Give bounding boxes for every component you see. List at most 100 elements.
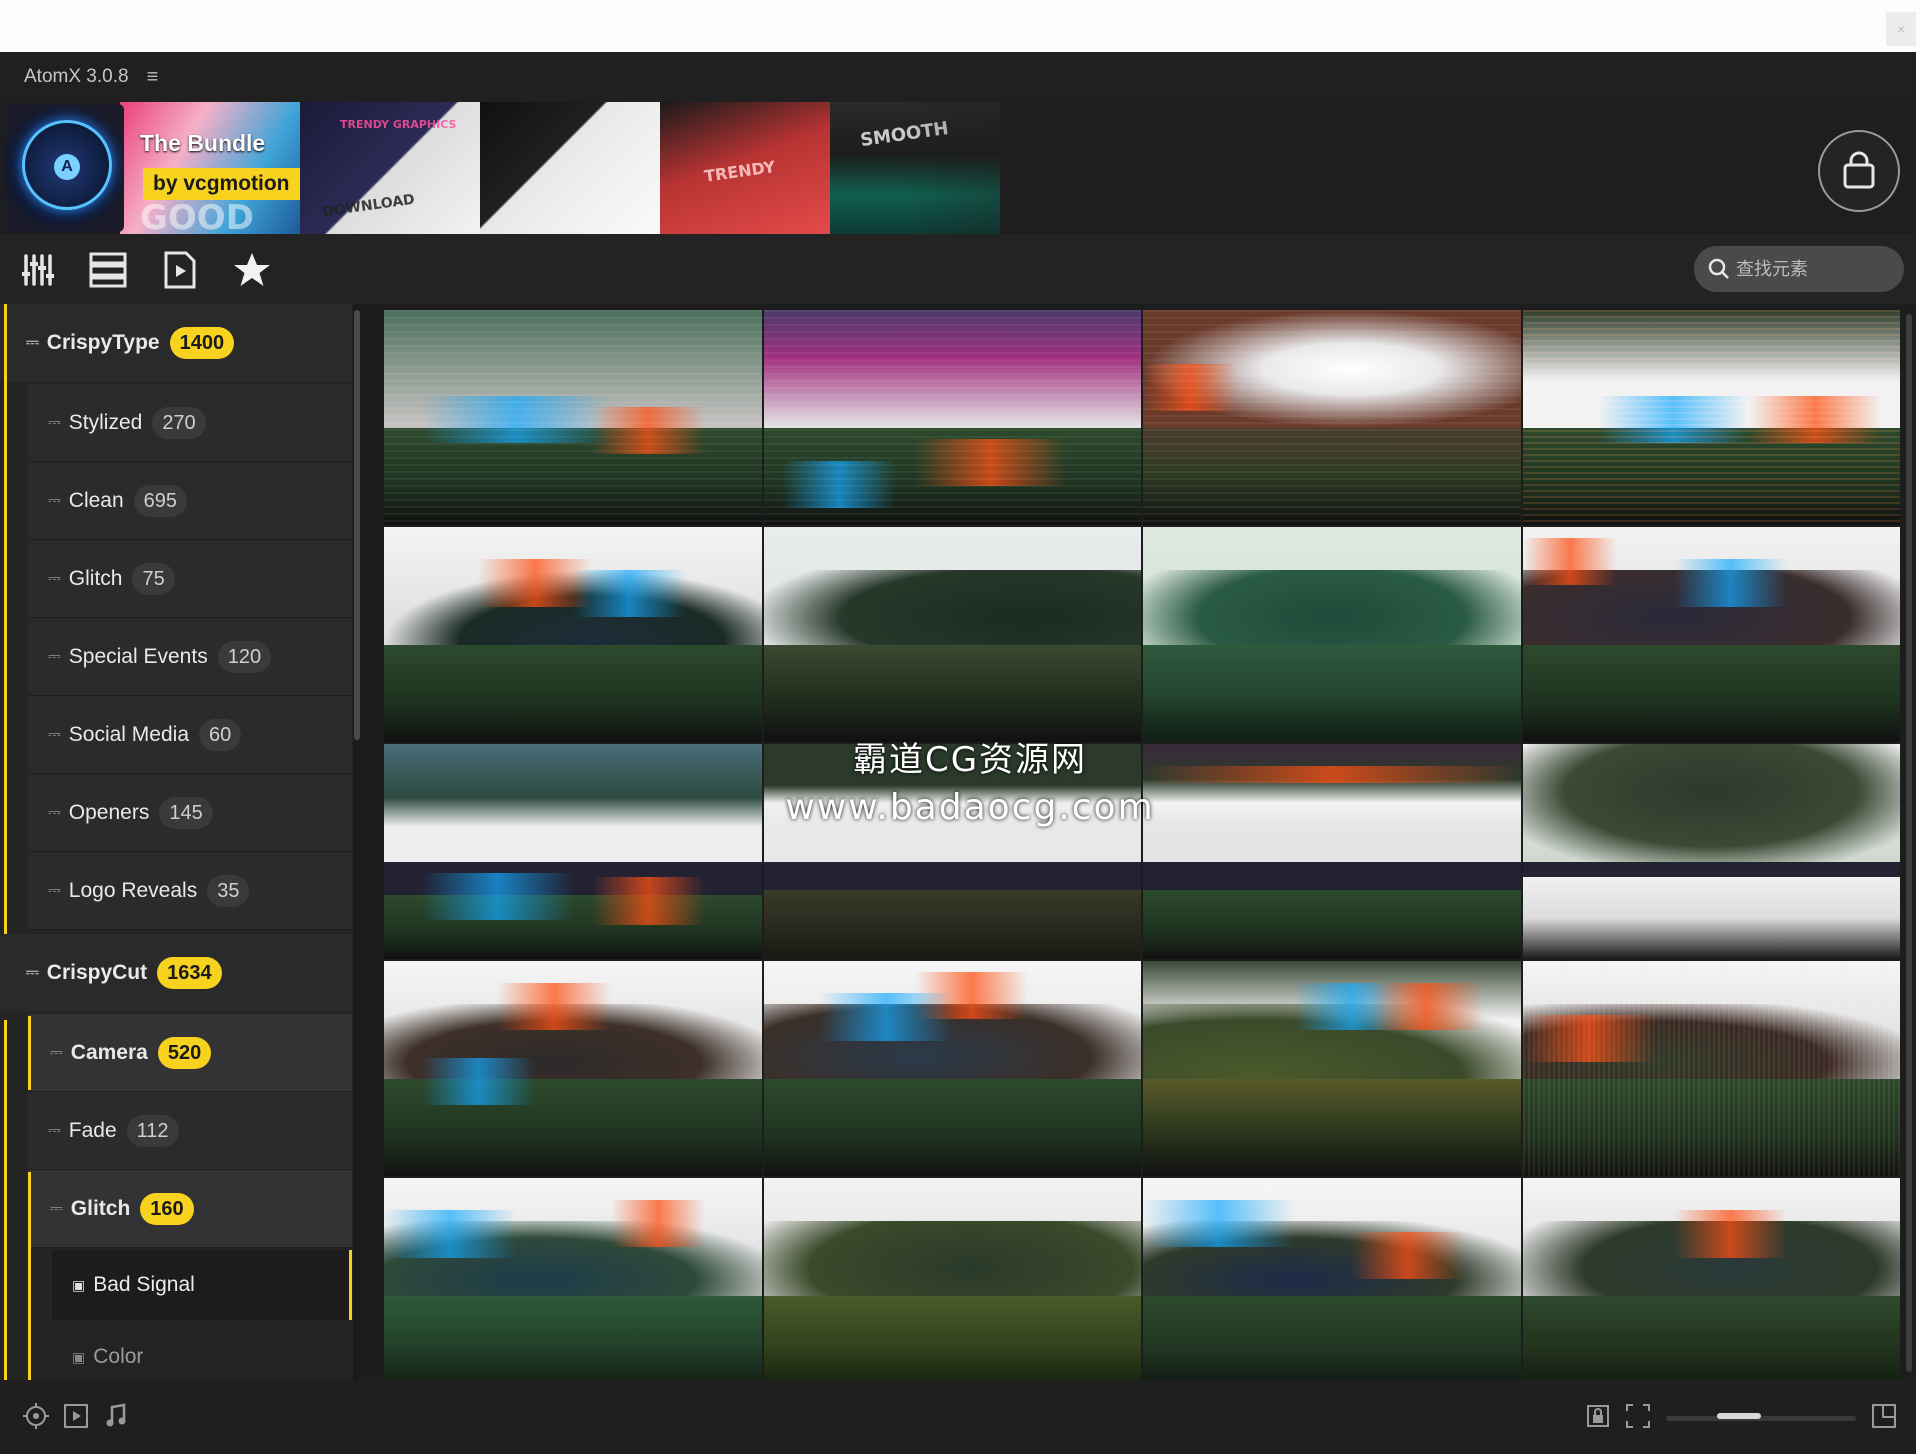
preset-thumbnail[interactable] bbox=[763, 961, 1141, 1176]
preset-thumbnail[interactable] bbox=[763, 527, 1141, 742]
preset-thumbnail[interactable] bbox=[384, 1178, 762, 1393]
folder-icon: ⎓ bbox=[48, 647, 61, 665]
folder-icon: ⎓ bbox=[26, 964, 39, 981]
subcategory-glitch[interactable]: ⎓ Glitch 75 bbox=[28, 540, 352, 618]
app-window: AtomX 3.0.8 ≡ GOOD TRENDY GRAPHICS DOWNL… bbox=[0, 52, 1916, 1454]
subcategory-camera[interactable]: ⎓ Camera 520 bbox=[28, 1014, 352, 1092]
media-file-icon[interactable] bbox=[160, 250, 200, 290]
preset-color[interactable]: ▣ Color bbox=[52, 1322, 352, 1380]
title-bar: AtomX 3.0.8 ≡ bbox=[0, 52, 1916, 102]
bottom-bar bbox=[0, 1380, 1916, 1450]
category-label: CrispyType bbox=[46, 331, 160, 354]
subcategory-special-events[interactable]: ⎓ Special Events 120 bbox=[28, 618, 352, 696]
subcategory-count-badge: 145 bbox=[159, 796, 213, 829]
preset-thumbnail[interactable] bbox=[763, 1178, 1141, 1393]
subcategory-clean[interactable]: ⎓ Clean 695 bbox=[28, 462, 352, 540]
preset-thumbnail[interactable] bbox=[1143, 1178, 1521, 1393]
subcategory-count-badge: 35 bbox=[207, 874, 250, 907]
toolbar bbox=[0, 234, 1916, 304]
preset-thumbnail[interactable] bbox=[384, 961, 762, 1176]
subcategory-logo-reveals[interactable]: ⎓ Logo Reveals 35 bbox=[28, 852, 352, 930]
ae-file-icon: ▣ bbox=[72, 1348, 86, 1365]
preset-thumbnail[interactable] bbox=[763, 310, 1141, 525]
search-box[interactable] bbox=[1694, 246, 1904, 292]
bundle-banner[interactable]: GOOD TRENDY GRAPHICS DOWNLOAD TRENDY SMO… bbox=[0, 102, 1916, 234]
fullscreen-icon[interactable] bbox=[1868, 1400, 1900, 1432]
star-icon[interactable] bbox=[232, 250, 272, 290]
subcategory-glitch-cut[interactable]: ⎓ Glitch 160 bbox=[28, 1170, 352, 1248]
preset-thumbnail[interactable] bbox=[1522, 961, 1900, 1176]
preset-thumbnail[interactable] bbox=[384, 527, 762, 742]
preset-label: Color bbox=[93, 1345, 144, 1368]
banner-fade bbox=[900, 102, 1200, 234]
banner-tile-text: TRENDY bbox=[703, 157, 777, 186]
atom-core-icon: A bbox=[54, 154, 80, 180]
subcategory-fade[interactable]: ⎓ Fade 112 bbox=[28, 1092, 352, 1170]
cart-button[interactable] bbox=[1818, 130, 1900, 212]
banner-tile-text: DOWNLOAD bbox=[321, 191, 416, 221]
folder-icon: ⎓ bbox=[48, 881, 61, 899]
banner-tile-text: GOOD bbox=[140, 198, 254, 234]
subcategory-label: Social Media bbox=[68, 722, 190, 746]
subcategory-label: Special Events bbox=[68, 644, 208, 668]
banner-tile: TRENDY bbox=[660, 102, 830, 234]
expand-icon[interactable] bbox=[1622, 1400, 1654, 1432]
shopping-bag-icon bbox=[1843, 151, 1875, 189]
search-input[interactable] bbox=[1736, 258, 1886, 280]
grid-scrollbar-thumb[interactable] bbox=[1906, 314, 1912, 1372]
subcategory-count-badge: 75 bbox=[132, 562, 175, 595]
folder-icon: ⎓ bbox=[48, 491, 61, 509]
sidebar-scrollbar-thumb[interactable] bbox=[354, 310, 360, 740]
preset-thumbnail[interactable] bbox=[1143, 310, 1521, 525]
list-icon[interactable] bbox=[88, 250, 128, 290]
preset-label: Bad Signal bbox=[93, 1273, 195, 1296]
preset-thumbnail[interactable] bbox=[1522, 744, 1900, 959]
preset-thumbnail[interactable] bbox=[1522, 1178, 1900, 1393]
ae-file-icon: ▣ bbox=[72, 1276, 86, 1293]
banner-tile: TRENDY GRAPHICS DOWNLOAD bbox=[300, 102, 480, 234]
preset-thumbnail[interactable] bbox=[1143, 527, 1521, 742]
folder-icon: ⎓ bbox=[48, 803, 61, 821]
category-crispytype[interactable]: ⎓ CrispyType 1400 bbox=[0, 304, 352, 382]
preset-bad-signal[interactable]: ▣ Bad Signal bbox=[52, 1250, 352, 1320]
folder-icon: ⎓ bbox=[50, 1199, 63, 1217]
category-crispycut[interactable]: ⎓ CrispyCut 1634 bbox=[0, 934, 352, 1012]
play-preview-icon[interactable] bbox=[60, 1400, 92, 1432]
banner-tile-text: TRENDY GRAPHICS bbox=[340, 118, 457, 131]
hamburger-icon[interactable]: ≡ bbox=[147, 66, 159, 89]
preset-thumbnail[interactable] bbox=[1522, 310, 1900, 525]
bundle-title: The Bundle bbox=[140, 130, 266, 156]
preset-thumbnail[interactable] bbox=[1143, 961, 1521, 1176]
group-active-indicator bbox=[4, 304, 7, 986]
preset-thumbnail[interactable] bbox=[1143, 744, 1521, 959]
sliders-icon[interactable] bbox=[18, 250, 58, 290]
lock-icon[interactable] bbox=[1582, 1400, 1614, 1432]
preset-thumbnail[interactable] bbox=[1522, 527, 1900, 742]
subcategory-openers[interactable]: ⎓ Openers 145 bbox=[28, 774, 352, 852]
folder-icon: ⎓ bbox=[48, 569, 61, 587]
target-icon[interactable] bbox=[20, 1400, 52, 1432]
subcategory-label: Stylized bbox=[68, 410, 143, 434]
search-icon bbox=[1708, 258, 1729, 279]
subcategory-label: Fade bbox=[68, 1118, 117, 1142]
window-edge bbox=[1916, 52, 1920, 1454]
close-button[interactable]: × bbox=[1886, 12, 1916, 46]
subcategory-stylized[interactable]: ⎓ Stylized 270 bbox=[28, 384, 352, 462]
music-note-icon[interactable] bbox=[100, 1400, 132, 1432]
subcategory-social-media[interactable]: ⎓ Social Media 60 bbox=[28, 696, 352, 774]
category-label: CrispyCut bbox=[46, 961, 148, 984]
subcategory-count-badge: 60 bbox=[199, 718, 242, 751]
camera-active-indicator bbox=[28, 1016, 31, 1090]
subcategory-count-badge: 160 bbox=[140, 1192, 194, 1225]
zoom-slider-handle[interactable] bbox=[1717, 1413, 1761, 1419]
preset-thumbnail[interactable] bbox=[384, 744, 762, 959]
subcategory-count-badge: 112 bbox=[126, 1114, 179, 1147]
subcategory-label: Glitch bbox=[70, 1196, 131, 1220]
preset-thumbnail[interactable] bbox=[384, 310, 762, 525]
folder-icon: ⎓ bbox=[26, 334, 39, 351]
zoom-slider[interactable] bbox=[1666, 1413, 1856, 1421]
subcategory-label: Camera bbox=[70, 1040, 148, 1064]
atomx-logo: A bbox=[4, 104, 124, 232]
folder-icon: ⎓ bbox=[48, 725, 61, 743]
subcategory-count-badge: 695 bbox=[133, 484, 188, 517]
